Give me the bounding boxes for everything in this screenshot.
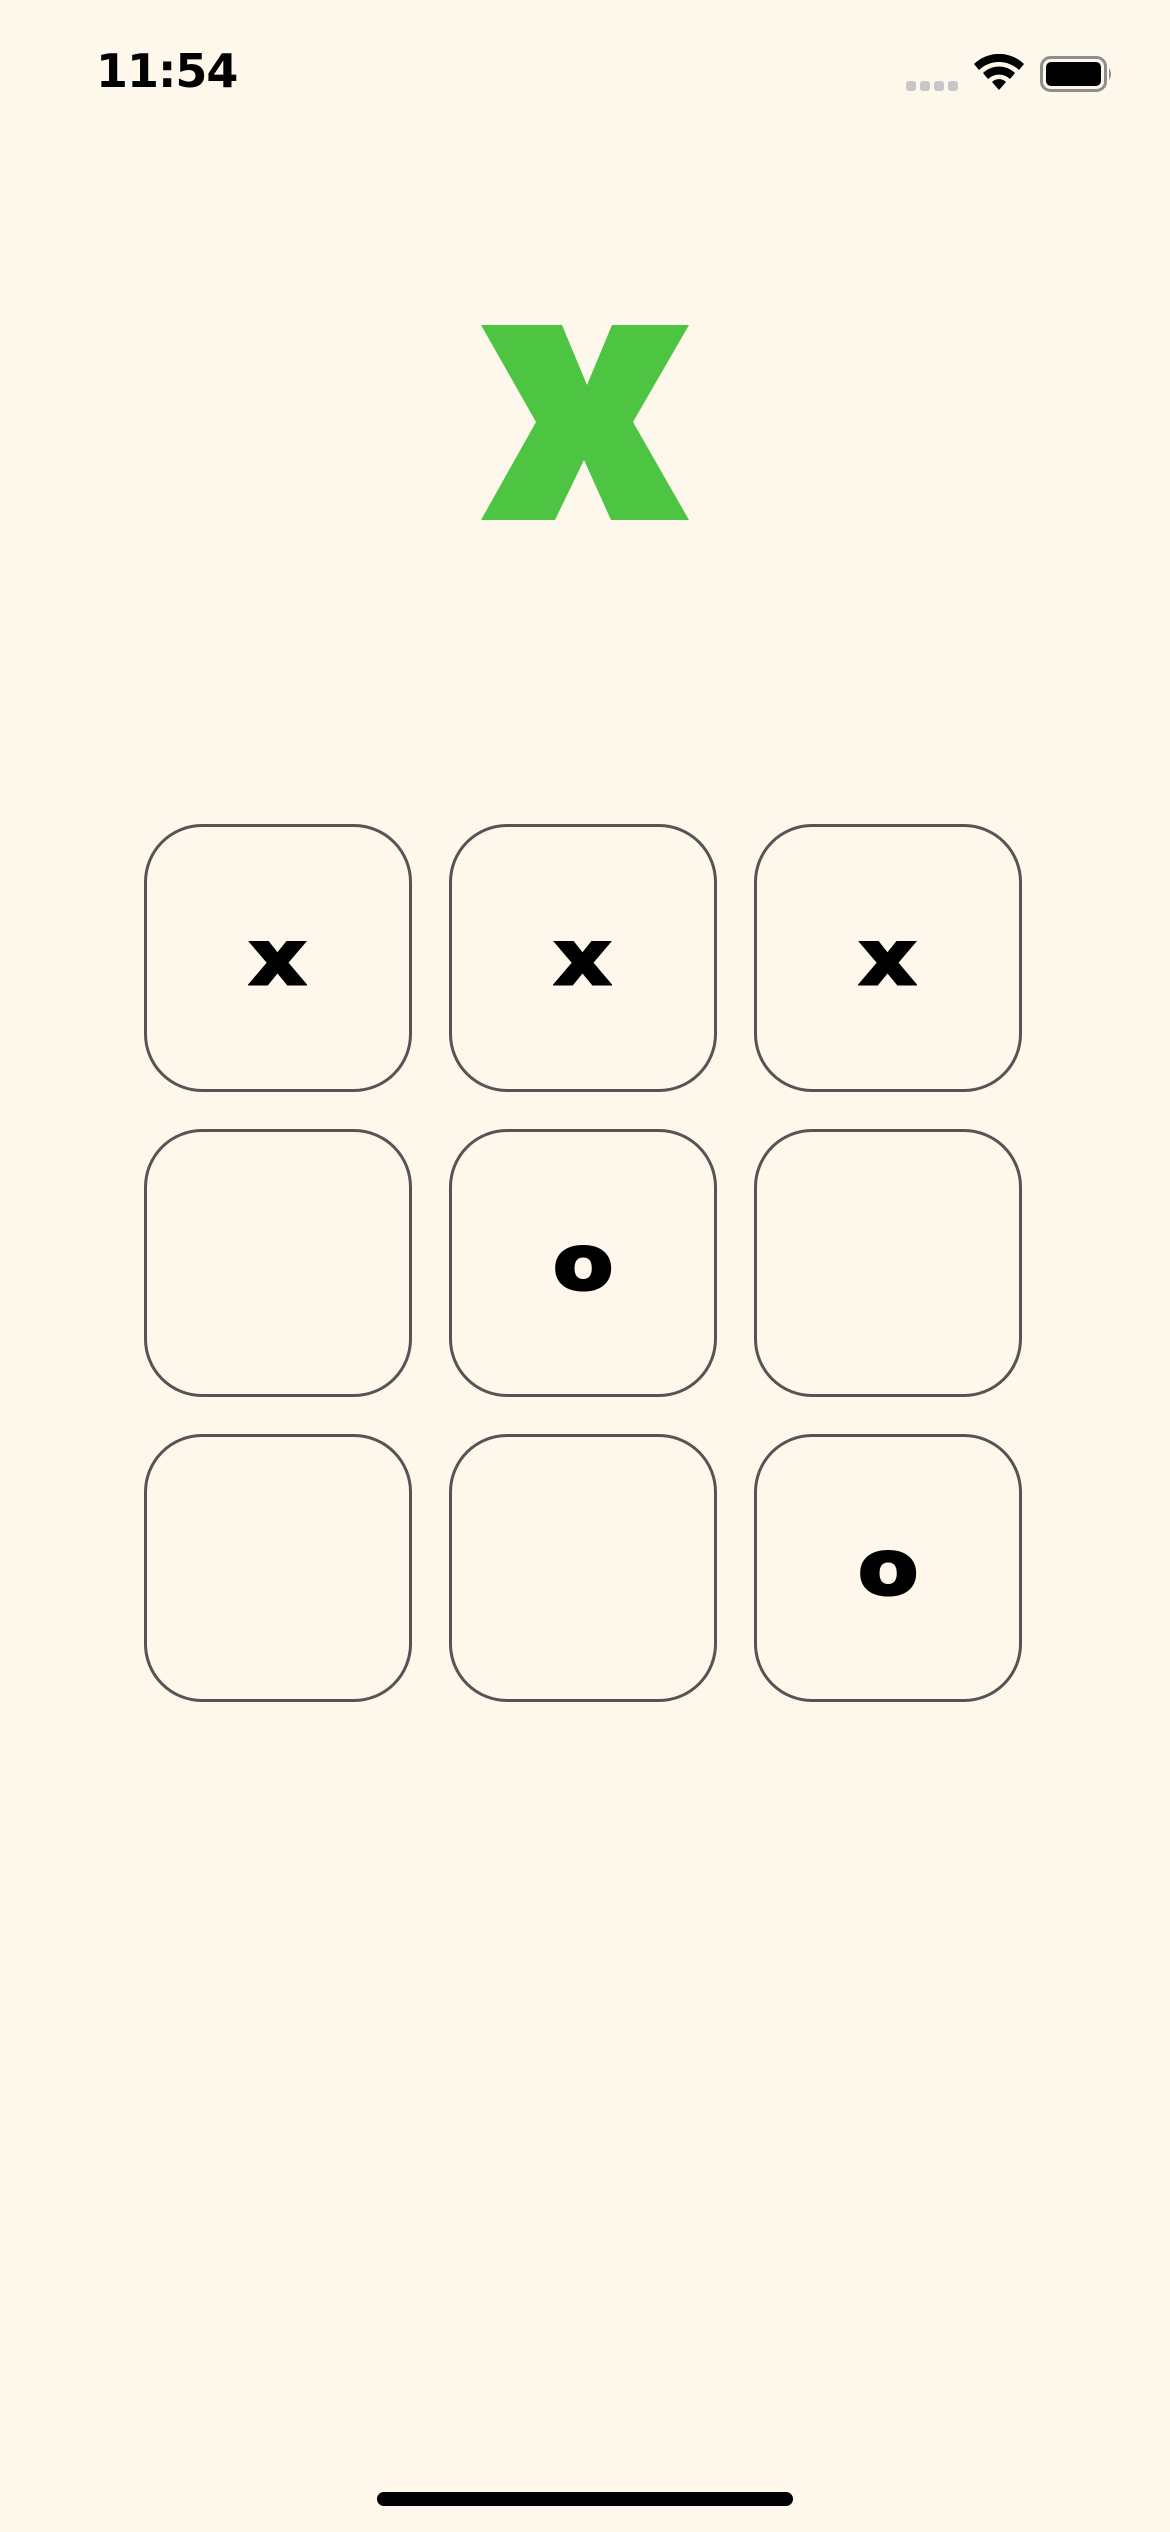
cell-2[interactable]: x	[449, 824, 717, 1092]
cell-mark: x	[248, 913, 308, 1002]
status-time: 11:54	[96, 44, 238, 98]
winner-x-mark	[481, 325, 689, 520]
cell-3[interactable]: x	[754, 824, 1022, 1092]
cell-mark: o	[856, 1523, 920, 1612]
game-board: x x x o o	[144, 824, 1028, 1708]
cell-5[interactable]: o	[449, 1129, 717, 1397]
cellular-signal-icon	[906, 81, 958, 91]
status-bar: 11:54	[0, 0, 1170, 150]
cell-4[interactable]	[144, 1129, 412, 1397]
cell-mark: o	[551, 1218, 615, 1307]
cell-6[interactable]	[754, 1129, 1022, 1397]
cell-mark: x	[553, 913, 613, 1002]
wifi-icon	[974, 54, 1024, 90]
cell-1[interactable]: x	[144, 824, 412, 1092]
cell-mark: x	[858, 913, 918, 1002]
home-indicator	[377, 2492, 793, 2506]
battery-icon	[1040, 56, 1111, 92]
cell-7[interactable]	[144, 1434, 412, 1702]
cell-9[interactable]: o	[754, 1434, 1022, 1702]
cell-8[interactable]	[449, 1434, 717, 1702]
